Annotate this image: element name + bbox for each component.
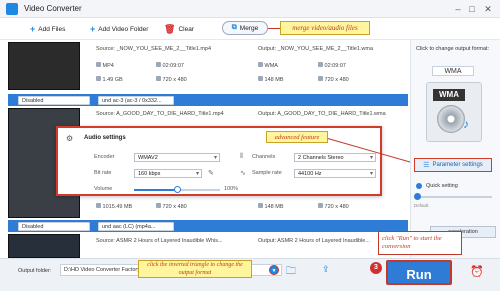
run-button[interactable]: Run — [386, 260, 452, 285]
encoder-label: Encoder — [94, 154, 115, 160]
parameter-settings-label: Parameter settings — [432, 162, 483, 168]
add-video-folder-label: Add Video Folder — [98, 25, 149, 33]
volume-value: 100% — [224, 186, 239, 192]
alarm-clock-icon[interactable]: ⏰ — [470, 265, 484, 279]
edit-icon[interactable]: ✎ — [208, 169, 214, 177]
merge-icon: ⧉ — [231, 24, 237, 31]
src-duration: 02:09:07 — [156, 62, 184, 69]
quick-setting-label: Quick setting — [426, 183, 458, 189]
minimize-icon[interactable]: – — [452, 3, 464, 15]
channels-select[interactable]: 2 Channels Stereo — [294, 153, 376, 162]
src-size: 1.49 GB — [96, 76, 123, 83]
maximize-icon[interactable]: □ — [466, 3, 478, 15]
out-resolution: 720 x 480 — [318, 203, 349, 210]
audio-track-select[interactable]: und aac (LC) (mp4a... — [98, 222, 174, 231]
channels-icon: ⫴ — [240, 153, 243, 160]
chevron-down-icon[interactable]: ▼ — [269, 265, 279, 275]
merge-label: Merge — [239, 24, 259, 32]
output-filename: Output: ASMR 2 Hours of Layered Inaudibl… — [258, 238, 370, 244]
clear-button[interactable]: 🗑 Clear — [164, 23, 194, 35]
gear-icon: ⚙ — [66, 134, 74, 143]
title-bar: Video Converter – □ ✕ — [0, 0, 500, 18]
out-size: 148 MB — [258, 76, 284, 83]
app-icon — [6, 3, 18, 15]
wma-format-icon[interactable]: WMA ♪ — [426, 82, 482, 142]
merge-button[interactable]: ⧉ Merge — [222, 21, 268, 35]
quick-setting-slider[interactable] — [416, 196, 492, 198]
src-format: MP4 — [96, 62, 114, 69]
plus-icon: + — [30, 24, 36, 34]
add-video-folder-button[interactable]: + Add Video Folder — [90, 23, 148, 35]
volume-label: Volume — [94, 186, 113, 192]
channels-label: Channels — [252, 154, 276, 160]
subtitle-select[interactable]: Disabled — [18, 96, 90, 105]
subtitle-select[interactable]: Disabled — [18, 222, 90, 231]
out-format: WMA — [258, 62, 278, 69]
folder-icon[interactable]: 🗀 — [286, 264, 296, 281]
window-title: Video Converter — [24, 4, 82, 13]
sample-rate-icon: ∿ — [240, 170, 246, 177]
output-filename: Output: _NOW_YOU_SEE_ME_2__Title1.wma — [258, 46, 374, 52]
add-files-label: Add Files — [38, 25, 66, 33]
dialog-title: Audio settings — [84, 135, 126, 141]
out-size: 148 MB — [258, 203, 284, 210]
source-filename: Source: ASMR 2 Hours of Layered Inaudibl… — [96, 238, 223, 244]
export-icon[interactable]: ⇪ — [322, 264, 330, 275]
src-resolution: 720 x 480 — [156, 76, 187, 83]
out-duration: 02:09:07 — [318, 62, 346, 69]
callout-merge: merge video/audio files — [280, 21, 370, 35]
plus-icon: + — [90, 24, 96, 34]
disc-icon — [437, 105, 465, 133]
callout-advanced: advanced feature — [266, 131, 328, 143]
volume-knob[interactable] — [174, 186, 181, 193]
callout-output-format: click the inverted triangle to change th… — [138, 260, 252, 278]
src-resolution: 720 x 480 — [156, 203, 187, 210]
music-note-icon: ♪ — [463, 117, 469, 131]
audio-settings-dialog: ⚙ Audio settings Encoder WMAV2 Bit rate … — [56, 126, 382, 196]
audio-track-select[interactable]: und ac-3 (ac-3 / 0x332... — [98, 96, 174, 105]
sliders-icon: ☰ — [423, 162, 430, 169]
bitrate-label: Bit rate — [94, 170, 112, 176]
samplerate-label: Sample rate — [252, 170, 282, 176]
source-filename: Source: A_GOOD_DAY_TO_DIE_HARD_Title1.mp… — [96, 111, 224, 117]
callout-merge-arrow — [268, 28, 280, 29]
step-badge: 3 — [370, 262, 382, 274]
video-thumbnail[interactable] — [8, 42, 80, 90]
trash-icon: 🗑 — [164, 23, 176, 34]
encoder-select[interactable]: WMAV2 — [134, 153, 220, 162]
src-size: 1015.49 MB — [96, 203, 132, 210]
quick-setting-knob[interactable] — [414, 193, 421, 200]
video-thumbnail[interactable] — [8, 234, 80, 258]
output-folder-label: Output folder: — [18, 268, 52, 274]
source-filename: Source: _NOW_YOU_SEE_ME_2__Title1.mp4 — [96, 46, 212, 52]
output-filename: Output: A_GOOD_DAY_TO_DIE_HARD_Title1.wm… — [258, 111, 386, 117]
wma-badge: WMA — [433, 89, 465, 101]
clear-label: Clear — [178, 25, 194, 33]
callout-run: click "Run" to start the conversion — [378, 231, 462, 255]
close-icon[interactable]: ✕ — [482, 3, 494, 15]
output-format-name[interactable]: WMA — [432, 66, 474, 76]
parameter-settings-button[interactable]: ☰ Parameter settings — [414, 158, 492, 172]
out-resolution: 720 x 480 — [318, 76, 349, 83]
bitrate-select[interactable]: 160 kbps — [134, 169, 202, 178]
add-files-button[interactable]: + Add Files — [30, 23, 65, 35]
output-format-hint: Click to change output format: — [416, 46, 490, 52]
quick-setting-icon — [416, 183, 422, 189]
volume-fill — [134, 189, 177, 191]
samplerate-select[interactable]: 44100 Hz — [294, 169, 376, 178]
default-tick-label: Default — [414, 203, 429, 208]
